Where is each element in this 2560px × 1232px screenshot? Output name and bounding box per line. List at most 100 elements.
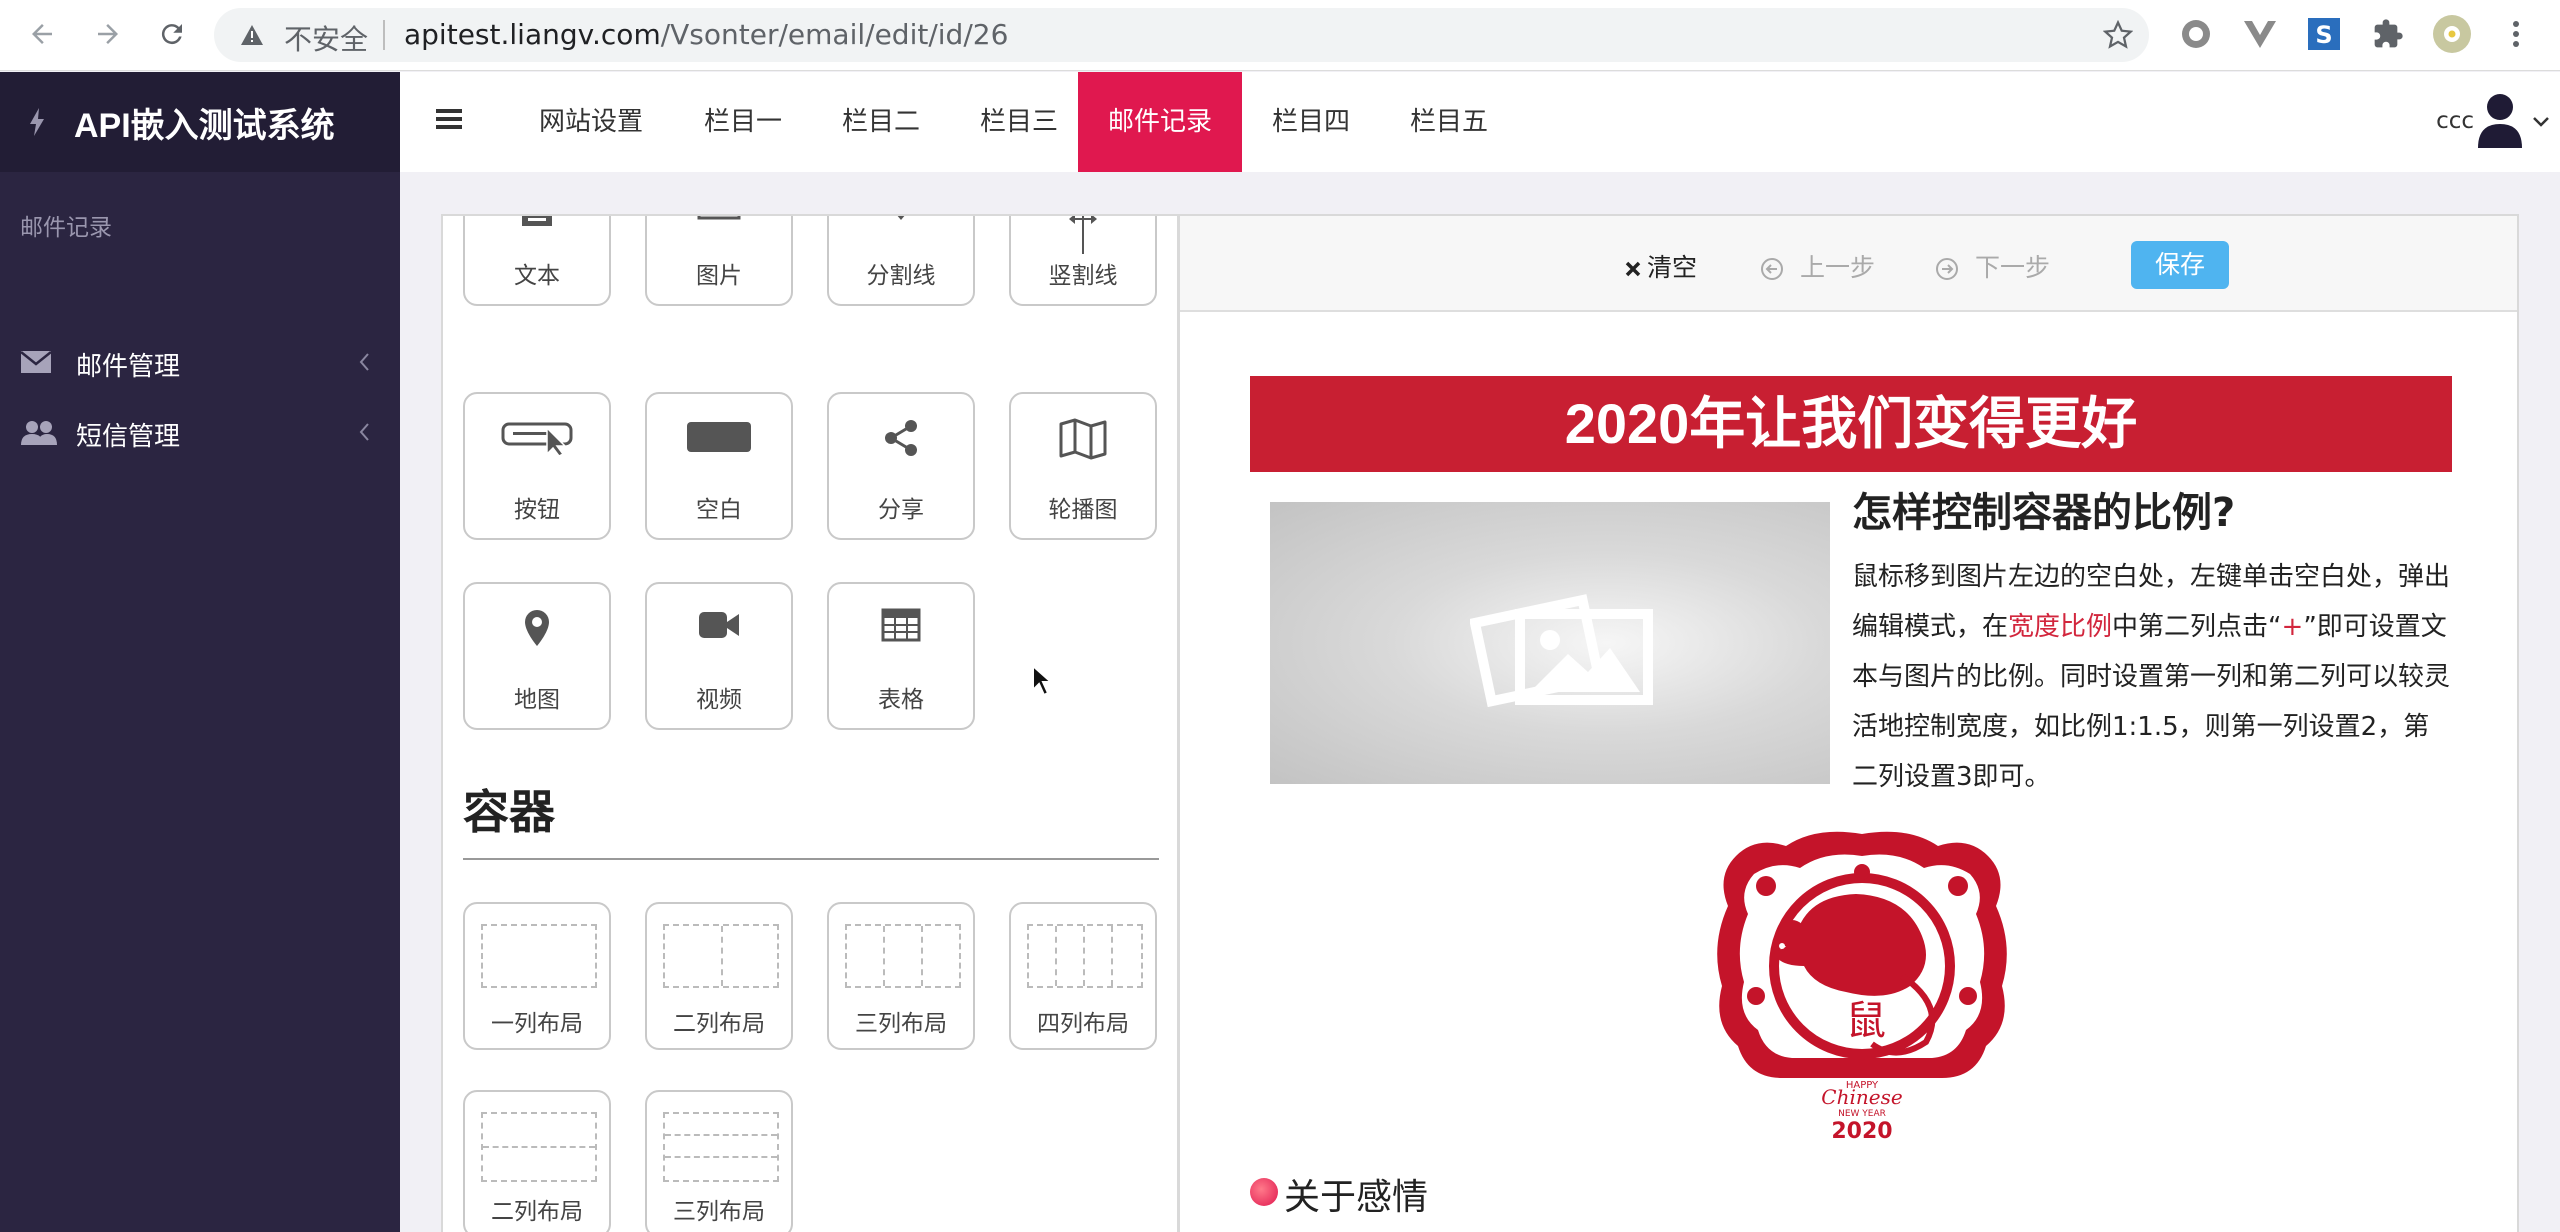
layout-preview <box>663 1112 779 1182</box>
sidebar-item-label: 邮件管理 <box>76 352 181 382</box>
browser-toolbar: 不安全 apitest.liangv.com/Vsonter/email/edi… <box>0 0 2560 71</box>
tool-image[interactable]: 图片 <box>645 216 793 306</box>
url-text[interactable]: apitest.liangv.com/Vsonter/email/edit/id… <box>404 18 1008 51</box>
section-title[interactable]: 关于感情 <box>1284 1168 1428 1220</box>
nav-item-column-2[interactable]: 栏目二 <box>812 72 950 172</box>
tool-label: 表格 <box>878 687 924 713</box>
url-host: apitest.liangv.com <box>404 18 661 51</box>
chevron-left-icon <box>359 353 369 371</box>
tool-label: 地图 <box>514 687 560 713</box>
layout-three-column[interactable]: 三列布局 <box>827 902 975 1050</box>
layout-label: 四列布局 <box>1037 1011 1129 1037</box>
layout-label: 二列布局 <box>673 1011 765 1037</box>
tool-button[interactable]: 按钮 <box>463 392 611 540</box>
address-bar[interactable]: 不安全 apitest.liangv.com/Vsonter/email/edi… <box>214 8 2149 62</box>
email-editor: 清空 上一步 下一步 保存 2020年让我们变得更好 怎样控制容器的比例? 鼠标… <box>1179 214 2519 1232</box>
browser-menu-button[interactable] <box>2496 14 2536 54</box>
tool-label: 分割线 <box>866 263 936 289</box>
tool-text[interactable]: 文本 <box>463 216 611 306</box>
image-placeholder[interactable] <box>1270 502 1830 784</box>
puzzle-icon <box>2374 19 2403 48</box>
bookmark-star-icon[interactable] <box>2103 20 2133 50</box>
nav-item-email-records[interactable]: 邮件记录 <box>1078 72 1242 172</box>
divider-icon <box>897 216 905 220</box>
svg-text:S: S <box>2315 21 2332 49</box>
back-button[interactable] <box>22 14 62 54</box>
warning-icon <box>241 25 263 45</box>
tool-label: 图片 <box>696 263 742 289</box>
layout-four-column[interactable]: 四列布局 <box>1009 902 1157 1050</box>
article-body[interactable]: 鼠标移到图片左边的空白处，左键单击空白处，弹出编辑模式，在宽度比例中第二列点击“… <box>1852 552 2452 802</box>
arrow-circle-left-icon <box>1761 258 1783 280</box>
user-avatar-icon[interactable] <box>2476 92 2524 148</box>
tool-label: 视频 <box>696 687 742 713</box>
circle-extension-icon <box>2182 20 2210 48</box>
logo-area[interactable]: API嵌入测试系统 <box>0 72 400 172</box>
profile-flower-icon <box>2433 15 2471 53</box>
tool-label: 轮播图 <box>1048 497 1118 523</box>
layout-two-column[interactable]: 二列布局 <box>645 902 793 1050</box>
hamburger-menu-icon[interactable] <box>436 108 462 130</box>
save-button[interactable]: 保存 <box>2131 241 2229 289</box>
url-path: /Vsonter/email/edit/id/26 <box>660 18 1009 51</box>
map-pin-icon <box>525 610 549 646</box>
layout-one-column[interactable]: 一列布局 <box>463 902 611 1050</box>
article-plus: + <box>2281 612 2304 642</box>
layout-preview <box>663 924 779 988</box>
tool-share[interactable]: 分享 <box>827 392 975 540</box>
zodiac-caption-chinese: Chinese <box>1821 1085 1902 1109</box>
tool-divider[interactable]: 分割线 <box>827 216 975 306</box>
layout-two-row[interactable]: 二列布局 <box>463 1090 611 1232</box>
extension-s[interactable]: S <box>2304 14 2344 54</box>
email-banner-title[interactable]: 2020年让我们变得更好 <box>1250 376 2452 472</box>
tool-label: 文本 <box>514 263 560 289</box>
url-separator <box>383 20 385 50</box>
tool-map[interactable]: 地图 <box>463 582 611 730</box>
tool-vertical-divider[interactable]: 竖割线 <box>1009 216 1157 306</box>
arrow-circle-right-icon <box>1936 258 1958 280</box>
zodiac-char: 鼠 <box>1846 998 1886 1044</box>
redo-label: 下一步 <box>1975 253 2051 282</box>
clear-button[interactable]: 清空 <box>1625 248 1697 284</box>
redo-button[interactable]: 下一步 <box>1935 248 2050 284</box>
layout-preview <box>1027 924 1143 988</box>
layout-three-row[interactable]: 三列布局 <box>645 1090 793 1232</box>
blank-icon <box>687 422 751 452</box>
user-name[interactable]: ccc <box>2436 108 2474 134</box>
nav-item-column-1[interactable]: 栏目一 <box>674 72 812 172</box>
article-title[interactable]: 怎样控制容器的比例? <box>1852 480 2235 538</box>
extension-record[interactable] <box>2176 14 2216 54</box>
tool-blank[interactable]: 空白 <box>645 392 793 540</box>
section-bullet-icon <box>1250 1178 1278 1206</box>
component-palette: 文本 图片 分割线 竖割线 按钮 空白 分享 轮播图 地图 视频 表格 容器 一… <box>441 214 1179 1232</box>
nav-item-column-5[interactable]: 栏目五 <box>1380 72 1518 172</box>
nav-item-site-settings[interactable]: 网站设置 <box>508 72 674 172</box>
tool-video[interactable]: 视频 <box>645 582 793 730</box>
s-extension-icon: S <box>2308 18 2340 50</box>
sidebar-item-email[interactable]: 邮件管理 <box>0 330 400 396</box>
mouse-cursor-icon <box>1032 664 1053 697</box>
extension-vue[interactable] <box>2240 14 2280 54</box>
share-icon <box>885 420 917 456</box>
profile-button[interactable] <box>2432 14 2472 54</box>
sidebar-item-sms[interactable]: 短信管理 <box>0 400 400 466</box>
insecure-label: 不安全 <box>284 23 369 56</box>
forward-button[interactable] <box>88 14 128 54</box>
chevron-down-icon[interactable] <box>2532 116 2550 128</box>
sidebar-section-label: 邮件记录 <box>20 215 112 241</box>
nav-item-column-3[interactable]: 栏目三 <box>950 72 1088 172</box>
reload-button[interactable] <box>152 14 192 54</box>
undo-button[interactable]: 上一步 <box>1760 248 1875 284</box>
tool-label: 按钮 <box>514 497 560 523</box>
tool-table[interactable]: 表格 <box>827 582 975 730</box>
editor-toolbar: 清空 上一步 下一步 保存 <box>1180 216 2517 312</box>
video-icon <box>699 612 739 638</box>
layout-label: 三列布局 <box>855 1011 947 1037</box>
tool-carousel[interactable]: 轮播图 <box>1009 392 1157 540</box>
tool-label: 分享 <box>878 497 924 523</box>
nav-item-column-4[interactable]: 栏目四 <box>1242 72 1380 172</box>
reload-icon <box>161 24 182 45</box>
zodiac-rat-papercut-image[interactable]: 鼠 HAPPY Chinese NEW YEAR 2020 <box>1696 816 2028 1146</box>
sidebar: API嵌入测试系统 邮件记录 邮件管理 短信管理 <box>0 72 400 1232</box>
extensions-button[interactable] <box>2368 14 2408 54</box>
